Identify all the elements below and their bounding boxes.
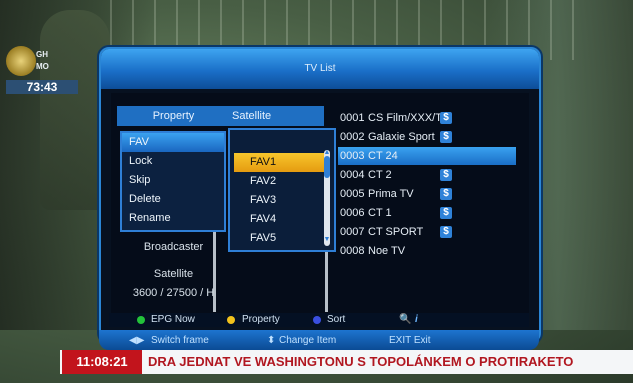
channel-number: 0008 [340,245,365,257]
ticker-time: 11:08:21 [62,350,142,374]
green-key-icon [137,316,145,324]
channel-name: Noe TV [368,245,406,257]
broadcaster-label: Broadcaster [143,241,204,253]
info-icon: i [415,314,418,325]
sort-label: Sort [327,314,346,325]
channel-row[interactable]: 0006 CT 1 $ [338,204,516,222]
change-item-label: Change Item [279,335,337,346]
channel-name: CT 2 [368,169,392,181]
scrambled-icon: $ [440,169,452,181]
trophy-icon [6,46,36,76]
satellite-label: Satellite [153,268,194,280]
scrambled-icon: $ [440,131,452,143]
column-divider [325,252,328,312]
scroll-up-icon[interactable]: ▲ [323,149,331,156]
transponder-info: 3600 / 27500 / H [132,287,215,299]
ticker-text: DRA JEDNAT VE WASHINGTONU S TOPOLÁNKEM O… [148,354,574,369]
channel-row[interactable]: 0001 CS Film/XXX/Tes $ [338,109,516,127]
channel-name: CT 24 [368,150,398,162]
scroll-down-icon[interactable]: ▼ [323,236,331,243]
channel-row[interactable]: 0007 CT SPORT $ [338,223,516,241]
fav-scroll-thumb[interactable] [324,156,330,178]
window-title: TV List [101,49,539,89]
switch-frame-label: Switch frame [151,335,209,346]
fav-item[interactable]: FAV4 [234,210,324,229]
fav-item[interactable]: FAV5 [234,229,324,248]
channel-number: 0004 [340,169,365,181]
tab-satellite[interactable]: Satellite [230,106,324,126]
left-right-arrow-icon: ◀▶ [129,335,145,346]
property-menu: FAV Lock Skip Delete Rename [120,131,226,232]
channel-name: Galaxie Sport [368,131,435,143]
search-icon: 🔍 [399,314,412,325]
fav-item[interactable]: FAV2 [234,172,324,191]
yellow-key-icon [227,316,235,324]
menu-item-skip[interactable]: Skip [122,171,224,190]
channel-number: 0003 [340,150,365,162]
team-one: GH [36,50,48,59]
menu-item-delete[interactable]: Delete [122,190,224,209]
channel-row[interactable]: 0002 Galaxie Sport $ [338,128,516,146]
match-clock: 73:43 [6,80,78,94]
menu-item-lock[interactable]: Lock [122,152,224,171]
channel-row[interactable]: 0004 CT 2 $ [338,166,516,184]
channel-number: 0002 [340,131,365,143]
scrambled-icon: $ [440,188,452,200]
scrambled-icon: $ [440,112,452,124]
fav-group-list: FAV1 FAV2 FAV3 FAV4 FAV5 ▲ ▼ [228,128,336,252]
fav-item[interactable]: FAV1 [234,153,324,172]
channel-name: CT SPORT [368,226,424,238]
fav-item[interactable]: FAV3 [234,191,324,210]
channel-number: 0006 [340,207,365,219]
nav-hints: ◀▶ Switch frame ⬍ Change Item EXIT Exit [109,333,529,349]
scrambled-icon: $ [440,207,452,219]
color-key-bar: EPG Now Property Sort 🔍 i [109,313,529,327]
channel-number: 0005 [340,188,365,200]
channel-row[interactable]: 0008 Noe TV [338,242,516,260]
channel-number: 0007 [340,226,365,238]
channel-number: 0001 [340,112,365,124]
channel-row[interactable]: 0005 Prima TV $ [338,185,516,203]
exit-label: EXIT Exit [389,335,431,346]
channel-name: Prima TV [368,188,414,200]
team-two: MO [36,62,49,71]
score-bug: GH MO 73:43 [6,46,80,94]
menu-item-fav[interactable]: FAV [122,133,224,152]
channel-name: CT 1 [368,207,392,219]
epg-now-label: EPG Now [151,314,195,325]
up-down-arrow-icon: ⬍ [267,335,276,346]
channel-row[interactable]: 0003 CT 24 [338,147,516,165]
menu-item-rename[interactable]: Rename [122,209,224,228]
blue-key-icon [313,316,321,324]
property-label: Property [242,314,280,325]
scrambled-icon: $ [440,226,452,238]
tab-property[interactable]: Property [117,106,230,126]
